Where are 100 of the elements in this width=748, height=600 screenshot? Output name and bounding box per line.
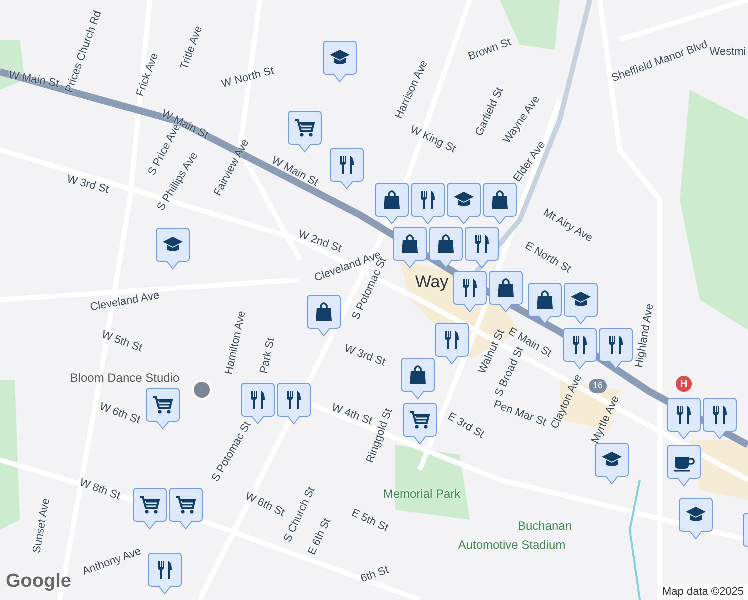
shopping-pin[interactable] bbox=[307, 295, 341, 337]
shopping-icon bbox=[410, 366, 426, 384]
street-label: Mt Airy Ave bbox=[540, 206, 596, 246]
grocery-pin[interactable] bbox=[288, 111, 322, 153]
restaurant-pin[interactable] bbox=[465, 227, 499, 269]
street-label: W 8th St bbox=[77, 476, 123, 505]
shopping-icon bbox=[384, 190, 400, 209]
street-label: Park St bbox=[257, 336, 278, 376]
street-label: Highland Ave bbox=[632, 302, 658, 370]
restaurant-pin[interactable] bbox=[453, 271, 487, 313]
street-label: Myrtle Ave bbox=[588, 393, 624, 447]
street-label: W 6th St bbox=[242, 489, 288, 522]
restaurant-icon bbox=[251, 391, 265, 409]
school-pin[interactable] bbox=[564, 283, 598, 325]
restaurant-icon bbox=[463, 279, 477, 297]
shopping-pin[interactable] bbox=[393, 227, 427, 269]
school-icon bbox=[454, 192, 474, 206]
school-pin[interactable] bbox=[156, 228, 190, 270]
restaurant-icon bbox=[677, 406, 691, 424]
cafe-pin[interactable] bbox=[667, 445, 701, 487]
grocery-pin[interactable] bbox=[403, 403, 437, 445]
grocery-pin[interactable] bbox=[146, 388, 180, 430]
restaurant-pin[interactable] bbox=[703, 398, 737, 440]
grocery-icon bbox=[153, 396, 174, 414]
street-label: Frick Ave bbox=[133, 51, 162, 99]
shopping-icon bbox=[402, 234, 418, 253]
street-label: Tritle Ave bbox=[177, 24, 206, 72]
restaurant-pin[interactable] bbox=[563, 328, 597, 370]
grocery-pin[interactable] bbox=[133, 488, 167, 530]
restaurant-pin[interactable] bbox=[148, 553, 182, 595]
restaurant-icon bbox=[475, 235, 489, 253]
restaurant-icon bbox=[573, 336, 587, 354]
town-label: Way bbox=[415, 271, 449, 294]
shopping-pin[interactable] bbox=[483, 183, 517, 225]
place-marker[interactable] bbox=[192, 380, 212, 400]
school-pin[interactable] bbox=[447, 183, 481, 225]
shopping-icon bbox=[498, 278, 514, 297]
restaurant-pin[interactable] bbox=[411, 183, 445, 225]
street-label: E 6th St bbox=[306, 516, 334, 558]
shopping-pin[interactable] bbox=[528, 283, 562, 325]
street-label: W 5th St bbox=[99, 328, 145, 357]
shopping-icon bbox=[316, 302, 332, 321]
street-label: W North St bbox=[220, 64, 276, 93]
street-label: Prices Church Rd bbox=[62, 8, 106, 96]
restaurant-icon bbox=[158, 561, 172, 579]
school-icon bbox=[330, 50, 350, 64]
park-label: Memorial Park bbox=[383, 486, 461, 503]
school-icon bbox=[571, 292, 591, 306]
street-label: W Main St bbox=[8, 68, 60, 92]
street-label: Pen Mar St bbox=[491, 398, 549, 431]
grocery-icon bbox=[176, 496, 196, 514]
restaurant-icon bbox=[445, 331, 459, 349]
school-icon bbox=[686, 507, 706, 522]
street-label: 6th St bbox=[358, 563, 392, 588]
shopping-pin[interactable] bbox=[401, 358, 435, 400]
street-label: Hamilton Ave bbox=[222, 310, 250, 376]
street-label: W 3rd St bbox=[65, 172, 111, 198]
park-label: Buchanan bbox=[518, 518, 572, 535]
school-pin[interactable] bbox=[323, 41, 357, 83]
restaurant-icon bbox=[340, 156, 354, 174]
grocery-pin[interactable] bbox=[169, 488, 203, 530]
park-area bbox=[500, 0, 560, 50]
shopping-pin[interactable] bbox=[429, 227, 463, 269]
cafe-icon bbox=[674, 457, 695, 472]
street-label: W Main St bbox=[268, 154, 322, 191]
route-shield: 16 bbox=[589, 379, 607, 393]
restaurant-icon bbox=[287, 391, 301, 409]
street-label: Brown St bbox=[466, 36, 514, 66]
street-label: W 2nd St bbox=[296, 227, 344, 258]
restaurant-pin[interactable] bbox=[667, 398, 701, 440]
street-label: W 6th St bbox=[97, 400, 143, 429]
restaurant-icon bbox=[421, 191, 435, 209]
street-label: E 5th St bbox=[348, 506, 392, 536]
restaurant-icon bbox=[609, 336, 623, 354]
grocery-icon bbox=[140, 496, 160, 514]
grocery-icon bbox=[295, 119, 316, 137]
restaurant-pin[interactable] bbox=[277, 383, 311, 425]
shopping-icon bbox=[492, 190, 508, 209]
street-label: Sunset Ave bbox=[30, 497, 54, 555]
school-pin[interactable] bbox=[679, 498, 713, 540]
street-label: Westmi bbox=[710, 44, 746, 60]
map-logo: Google bbox=[6, 570, 72, 594]
street-label: Cleveland Ave bbox=[89, 288, 161, 316]
restaurant-pin[interactable] bbox=[435, 323, 469, 365]
restaurant-pin[interactable] bbox=[330, 148, 364, 190]
shopping-pin[interactable] bbox=[375, 183, 409, 225]
street-label: W King St bbox=[407, 123, 459, 158]
restaurant-pin[interactable] bbox=[599, 328, 633, 370]
school-pin[interactable] bbox=[595, 443, 629, 485]
hospital-marker[interactable]: H bbox=[676, 376, 692, 392]
map-canvas[interactable] bbox=[0, 0, 748, 600]
shopping-icon bbox=[438, 234, 454, 253]
street-label: E 3rd St bbox=[444, 410, 488, 443]
restaurant-icon bbox=[713, 406, 727, 424]
shopping-icon bbox=[537, 290, 553, 309]
shopping-pin[interactable] bbox=[489, 271, 523, 313]
school-icon bbox=[602, 452, 622, 466]
place-label: Bloom Dance Studio bbox=[70, 370, 180, 387]
grocery-icon bbox=[410, 411, 430, 429]
school-icon bbox=[163, 237, 183, 252]
